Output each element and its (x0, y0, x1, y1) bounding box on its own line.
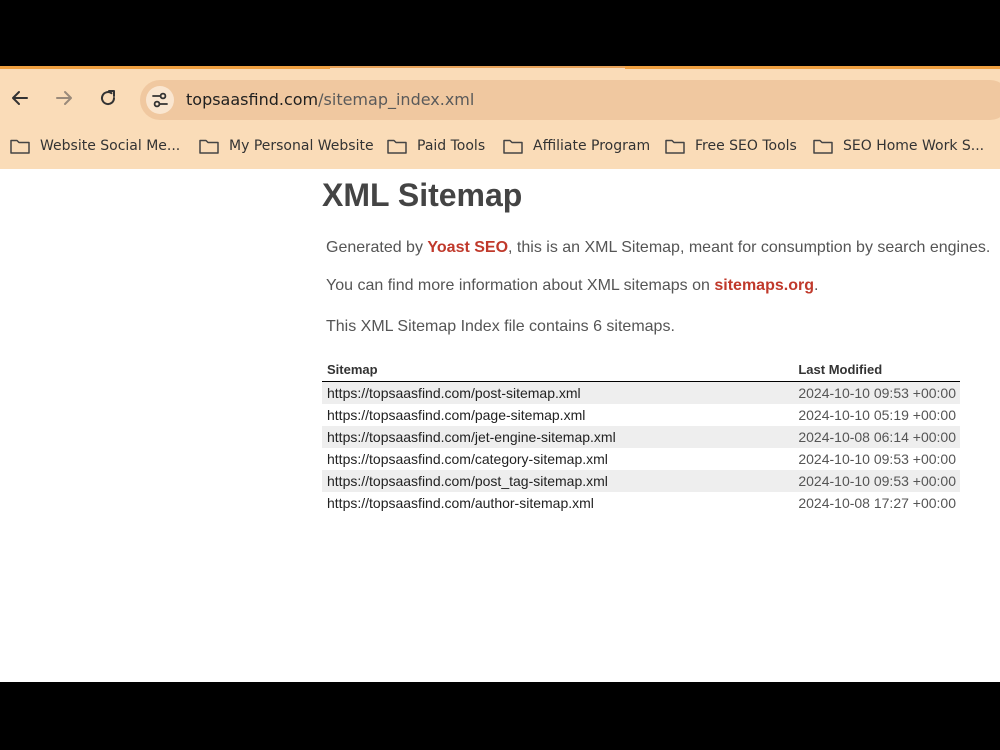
forward-button[interactable] (50, 84, 78, 112)
page-title: XML Sitemap (322, 177, 523, 213)
reload-icon (101, 90, 116, 106)
folder-icon (813, 139, 833, 154)
info-suffix: . (813, 277, 819, 294)
table-row: https://topsaasfind.com/author-sitemap.x… (322, 492, 960, 514)
yoast-seo-link[interactable]: Yoast SEO (427, 239, 508, 256)
tab-strip-edge (625, 66, 1000, 69)
column-header-sitemap: Sitemap (322, 359, 794, 382)
folder-icon (665, 139, 685, 154)
generated-prefix: Generated by (326, 239, 428, 256)
page-content: XML Sitemap Generated by Yoast SEO, this… (0, 169, 1000, 682)
sitemap-link[interactable]: https://topsaasfind.com/category-sitemap… (327, 451, 608, 467)
sitemap-count-text: This XML Sitemap Index file contains 6 s… (326, 318, 675, 335)
address-bar[interactable]: topsaasfind.com/sitemap_index.xml (140, 80, 1000, 120)
bookmark-my-personal-website[interactable]: My Personal Website (199, 132, 374, 160)
table-row: https://topsaasfind.com/post-sitemap.xml… (322, 381, 960, 404)
last-modified-cell: 2024-10-10 09:53 +00:00 (798, 451, 956, 467)
tab-strip-edge (0, 66, 330, 69)
url-text[interactable]: topsaasfind.com/sitemap_index.xml (186, 90, 474, 109)
site-settings-icon (152, 92, 168, 108)
browser-toolbar: topsaasfind.com/sitemap_index.xml Websit… (0, 66, 1000, 169)
info-prefix: You can find more information about XML … (326, 277, 715, 294)
sitemap-link[interactable]: https://topsaasfind.com/author-sitemap.x… (327, 495, 594, 511)
table-row: https://topsaasfind.com/post_tag-sitemap… (322, 470, 960, 492)
url-path: /sitemap_index.xml (318, 90, 475, 109)
bookmark-label: Free SEO Tools (695, 138, 797, 154)
last-modified-cell: 2024-10-10 09:53 +00:00 (793, 381, 960, 404)
sitemap-link[interactable]: https://topsaasfind.com/post-sitemap.xml (327, 385, 581, 401)
last-modified-cell: 2024-10-08 17:27 +00:00 (798, 495, 956, 511)
bookmark-website-social-media[interactable]: Website Social Me... (10, 132, 180, 160)
generated-by-text: Generated by Yoast SEO, this is an XML S… (326, 239, 990, 257)
site-info-button[interactable] (146, 86, 174, 114)
back-arrow-icon (12, 91, 28, 105)
bookmark-affiliate-program[interactable]: Affiliate Program (503, 132, 650, 160)
bookmark-label: Affiliate Program (533, 138, 651, 154)
back-button[interactable] (6, 84, 34, 112)
generated-suffix: , this is an XML Sitemap, meant for cons… (508, 239, 991, 256)
folder-icon (199, 139, 219, 154)
sitemap-link[interactable]: https://topsaasfind.com/post_tag-sitemap… (327, 473, 608, 489)
last-modified-cell: 2024-10-10 05:19 +00:00 (798, 407, 956, 423)
sitemap-link[interactable]: https://topsaasfind.com/page-sitemap.xml (327, 407, 585, 423)
column-header-last-modified: Last Modified (793, 359, 960, 382)
last-modified-cell: 2024-10-10 09:53 +00:00 (793, 470, 960, 492)
bookmark-paid-tools[interactable]: Paid Tools (387, 132, 485, 160)
screen: topsaasfind.com/sitemap_index.xml Websit… (0, 0, 1000, 750)
url-host: topsaasfind.com (186, 90, 319, 109)
folder-icon (387, 139, 407, 154)
bookmark-label: Paid Tools (417, 138, 486, 154)
last-modified-cell: 2024-10-08 06:14 +00:00 (793, 426, 960, 448)
sitemap-table: Sitemap Last Modified https://topsaasfin… (322, 359, 960, 514)
folder-icon (503, 139, 523, 154)
bookmark-label: Website Social Me... (40, 138, 181, 154)
bookmark-free-seo-tools[interactable]: Free SEO Tools (665, 132, 797, 160)
reload-button[interactable] (94, 84, 122, 112)
table-row: https://topsaasfind.com/category-sitemap… (322, 448, 960, 470)
table-header-row: Sitemap Last Modified (322, 359, 960, 382)
more-info-text: You can find more information about XML … (326, 277, 818, 295)
bookmark-label: My Personal Website (229, 138, 374, 154)
sitemaps-org-link[interactable]: sitemaps.org (714, 277, 814, 294)
table-row: https://topsaasfind.com/page-sitemap.xml… (322, 404, 960, 426)
bookmark-seo-home-work[interactable]: SEO Home Work S... (813, 132, 984, 160)
table-row: https://topsaasfind.com/jet-engine-sitem… (322, 426, 960, 448)
folder-icon (10, 139, 30, 154)
bookmark-label: SEO Home Work S... (843, 138, 985, 154)
forward-arrow-icon (56, 91, 72, 105)
bookmarks-bar: Website Social Me... My Personal Website… (0, 132, 1000, 160)
sitemap-link[interactable]: https://topsaasfind.com/jet-engine-sitem… (327, 429, 616, 445)
